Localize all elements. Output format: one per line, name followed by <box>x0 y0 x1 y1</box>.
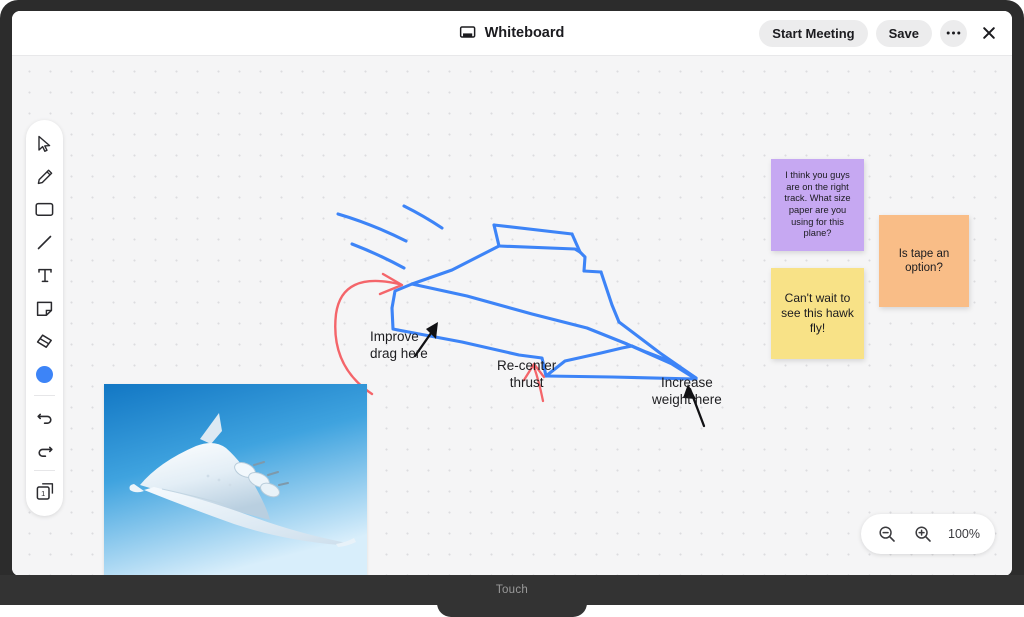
annotation-recenter-thrust[interactable]: Re-center thrust <box>497 357 556 392</box>
line-icon <box>37 235 52 250</box>
eraser-tool[interactable] <box>28 325 61 358</box>
pencil-icon <box>37 169 52 184</box>
redo-arrow-icon <box>37 446 53 457</box>
undo-arrow-icon <box>36 413 52 424</box>
app-title-group: Whiteboard <box>459 25 565 41</box>
page-count-label: 1 <box>41 489 45 498</box>
device-notch <box>437 593 587 617</box>
start-meeting-button[interactable]: Start Meeting <box>759 19 868 47</box>
text-tool[interactable] <box>28 259 61 292</box>
zoom-level-label: 100% <box>948 527 980 541</box>
whiteboard-screen-icon <box>459 26 476 40</box>
device-frame: Whiteboard Start Meeting Save Improve dr… <box>0 0 1024 617</box>
screen: Whiteboard Start Meeting Save Improve dr… <box>12 11 1012 576</box>
select-tool[interactable] <box>28 127 61 160</box>
text-t-icon <box>37 268 52 283</box>
color-circle-icon <box>36 366 53 383</box>
sticky-note-orange[interactable]: Is tape an option? <box>879 215 969 307</box>
rectangle-icon <box>35 202 54 216</box>
pages-button[interactable]: 1 <box>28 475 61 508</box>
eraser-icon <box>36 334 52 348</box>
toolbar-divider-2 <box>34 470 55 471</box>
drawing-toolbar: 1 <box>26 120 63 516</box>
aircraft-photo-image <box>104 384 367 576</box>
cursor-arrow-icon <box>38 135 51 152</box>
zoom-in-icon <box>914 526 931 542</box>
annotation-increase-weight[interactable]: Increase weight here <box>652 374 722 409</box>
line-tool[interactable] <box>28 226 61 259</box>
toolbar-divider-1 <box>34 395 55 396</box>
more-options-button[interactable] <box>940 19 967 47</box>
whiteboard-canvas[interactable]: Improve drag here Re-center thrust Incre… <box>12 56 1012 576</box>
app-header: Whiteboard Start Meeting Save <box>12 11 1012 56</box>
pen-tool[interactable] <box>28 160 61 193</box>
close-button[interactable] <box>975 19 1002 47</box>
rectangle-tool[interactable] <box>28 193 61 226</box>
pages-stack-icon: 1 <box>36 483 53 500</box>
redo-button[interactable] <box>28 433 61 466</box>
zoom-controls: 100% <box>861 514 995 554</box>
page-title: Whiteboard <box>484 25 565 41</box>
zoom-out-button[interactable] <box>876 524 897 545</box>
annotation-improve-drag[interactable]: Improve drag here <box>370 328 428 363</box>
header-actions: Start Meeting Save <box>759 19 1002 47</box>
sticky-note-icon <box>36 301 53 316</box>
sticky-note-yellow[interactable]: Can't wait to see this hawk fly! <box>771 268 864 359</box>
color-picker[interactable] <box>28 358 61 391</box>
device-chin: Touch <box>0 575 1024 617</box>
sticky-note-tool[interactable] <box>28 292 61 325</box>
aircraft-photo[interactable] <box>104 384 367 576</box>
sticky-note-purple[interactable]: I think you guys are on the right track.… <box>771 159 864 251</box>
ellipsis-icon <box>946 31 961 35</box>
undo-button[interactable] <box>28 400 61 433</box>
zoom-in-button[interactable] <box>912 524 933 545</box>
close-icon <box>982 27 995 39</box>
save-button[interactable]: Save <box>875 19 932 47</box>
zoom-out-icon <box>878 526 895 542</box>
